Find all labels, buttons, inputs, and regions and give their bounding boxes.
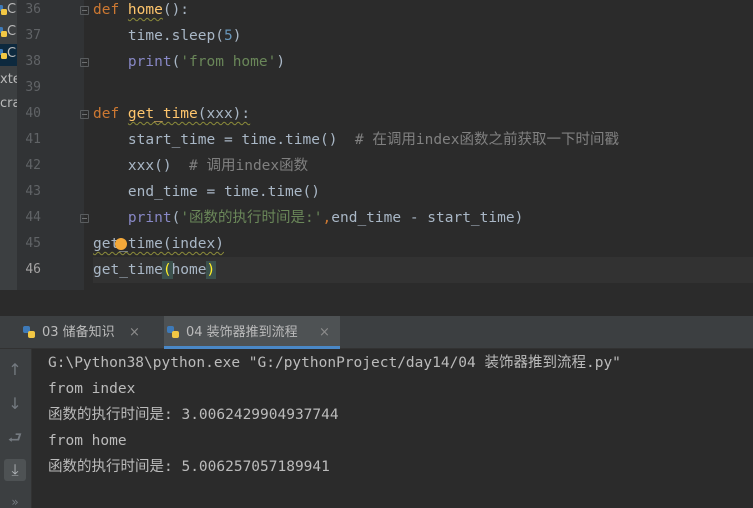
- line-number: 45: [25, 236, 41, 251]
- console-output[interactable]: G:\Python38\python.exe "G:/pythonProject…: [32, 349, 753, 508]
- python-file-icon: [22, 325, 36, 339]
- code-line[interactable]: print('from home'): [93, 49, 753, 75]
- tab-label: 04 装饰器推到流程: [186, 325, 298, 340]
- code-token: ,: [322, 210, 332, 226]
- project-item[interactable]: C: [0, 22, 17, 44]
- code-token: # 在调用index函数之前获取一下时间戳: [354, 132, 620, 148]
- code-token: (: [171, 210, 181, 226]
- code-token: xxx(): [93, 158, 190, 174]
- close-icon[interactable]: ×: [319, 316, 330, 349]
- project-item-selected[interactable]: C: [0, 44, 17, 66]
- project-tree-strip: C C C xte cra: [0, 0, 17, 310]
- close-icon[interactable]: ×: [129, 316, 140, 349]
- line-number: 39: [25, 80, 41, 95]
- code-editor[interactable]: 36 37 38 39 40 41 42 43 44 45 46 def home(): time.…: [17, 0, 753, 290]
- project-item[interactable]: xte: [0, 70, 17, 92]
- console-line: 函数的执行时间是: 5.006257057189941: [48, 459, 330, 475]
- fold-marker-icon[interactable]: [80, 6, 89, 15]
- code-line[interactable]: start_time = time.time() # 在调用index函数之前获…: [93, 127, 753, 153]
- code-token: end_time - start_time): [331, 210, 524, 226]
- code-token: 'from home': [180, 54, 277, 70]
- project-item-label: C: [7, 24, 17, 39]
- code-token: # 调用index函数: [189, 158, 309, 174]
- code-line[interactable]: def home():: [93, 0, 753, 23]
- code-token: print: [127, 54, 172, 70]
- tab-04-decorator-flow[interactable]: 04 装饰器推到流程 ×: [164, 316, 340, 349]
- code-token: get_time(index): [93, 236, 224, 252]
- python-file-icon: [166, 325, 180, 339]
- code-line[interactable]: print('函数的执行时间是:',end_time - start_time): [93, 205, 753, 231]
- code-token: (xxx):: [197, 106, 251, 122]
- tab-label: 03 储备知识: [42, 325, 115, 340]
- code-token: 5: [223, 28, 233, 44]
- console-line: from home: [48, 433, 127, 449]
- fold-marker-icon[interactable]: [80, 110, 89, 119]
- code-token: (: [171, 54, 181, 70]
- project-item-label: C: [7, 2, 17, 17]
- intention-bulb-icon[interactable]: [115, 238, 127, 250]
- run-tool-window-tabs: 03 储备知识 × 04 装饰器推到流程 ×: [0, 316, 753, 349]
- code-token: ): [232, 28, 242, 44]
- code-token: time.sleep(: [93, 28, 224, 44]
- line-number: 37: [25, 28, 41, 43]
- line-number: 42: [25, 158, 41, 173]
- code-token: home: [171, 262, 207, 278]
- code-token: home: [127, 2, 163, 18]
- line-number: 40: [25, 106, 41, 121]
- scroll-to-end-icon[interactable]: ⤓: [4, 459, 26, 481]
- project-item-label: C: [7, 46, 17, 61]
- up-arrow-icon[interactable]: ↑: [4, 359, 26, 381]
- fold-marker-icon[interactable]: [80, 58, 89, 67]
- soft-wrap-icon[interactable]: ⮐: [4, 427, 26, 449]
- project-item[interactable]: C: [0, 0, 17, 22]
- line-number: 46: [25, 262, 41, 277]
- down-arrow-icon[interactable]: ↓: [4, 393, 26, 415]
- code-token: '函数的执行时间是:': [180, 210, 323, 226]
- code-token: ): [205, 261, 217, 279]
- line-number: 38: [25, 54, 41, 69]
- code-token: get_time: [93, 262, 163, 278]
- code-token: ():: [162, 2, 190, 18]
- line-number: 36: [25, 2, 41, 17]
- code-token: print: [127, 210, 172, 226]
- code-token: start_time = time.time(): [93, 132, 355, 148]
- project-item-label: cra: [0, 96, 17, 111]
- run-toolbar: ↑ ↓ ⮐ ⤓ »: [0, 349, 32, 508]
- project-item[interactable]: cra: [0, 94, 17, 116]
- line-number: 41: [25, 132, 41, 147]
- code-token: (: [161, 261, 173, 279]
- code-line[interactable]: get_time(home): [93, 257, 753, 283]
- console-line: 函数的执行时间是: 3.0062429904937744: [48, 407, 339, 423]
- code-line[interactable]: def get_time(xxx):: [93, 101, 753, 127]
- console-line: G:\Python38\python.exe "G:/pythonProject…: [48, 355, 621, 371]
- code-token: def: [93, 2, 128, 18]
- line-number: 43: [25, 184, 41, 199]
- code-line[interactable]: time.sleep(5): [93, 23, 753, 49]
- project-item-label: xte: [0, 72, 17, 87]
- console-line: from index: [48, 381, 136, 397]
- panel-divider[interactable]: [0, 290, 753, 316]
- code-token: end_time = time.time(): [93, 184, 320, 200]
- code-line[interactable]: [93, 75, 753, 101]
- fold-marker-icon[interactable]: [80, 214, 89, 223]
- more-icon[interactable]: »: [4, 491, 26, 508]
- tab-03-reserve-knowledge[interactable]: 03 储备知识 ×: [20, 316, 162, 349]
- code-line[interactable]: xxx() # 调用index函数: [93, 153, 753, 179]
- code-token: def: [93, 106, 128, 122]
- line-number-gutter: 36 37 38 39 40 41 42 43 44 45 46: [17, 0, 89, 290]
- code-token: get_time: [127, 106, 198, 122]
- line-number: 44: [25, 210, 41, 225]
- code-line[interactable]: get_time(index): [93, 231, 753, 257]
- code-line[interactable]: end_time = time.time(): [93, 179, 753, 205]
- code-token: ): [276, 54, 286, 70]
